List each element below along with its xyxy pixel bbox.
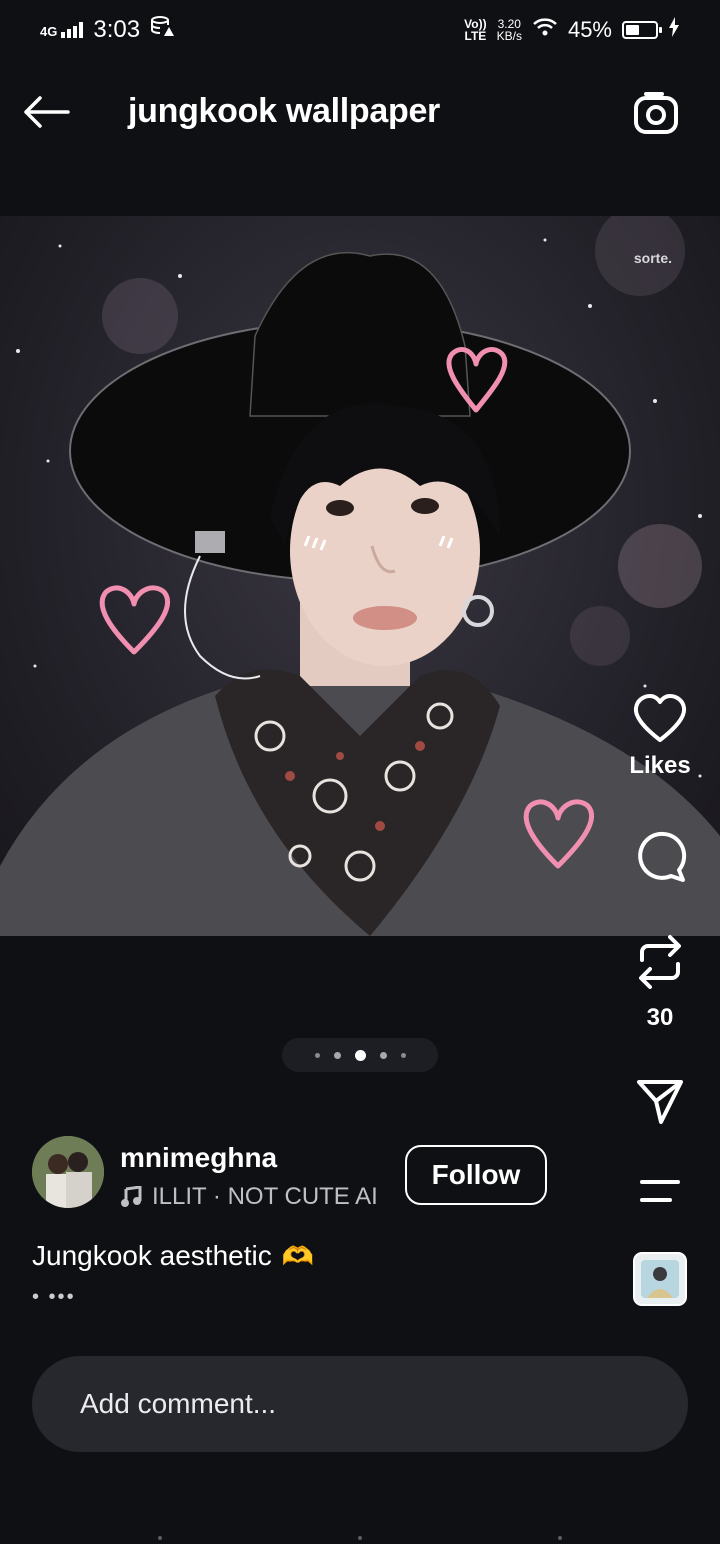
likes-label: Likes <box>629 752 691 779</box>
status-bar: 4G 3:03 Vo)) LTE 3.20 KB/s 45% <box>0 0 720 60</box>
menu-lines-icon <box>640 1180 680 1202</box>
repost-count: 30 <box>646 1004 674 1031</box>
camera-icon <box>634 92 678 134</box>
add-comment-input[interactable]: Add comment... <box>32 1356 688 1452</box>
music-row[interactable]: ILLIT · NOT CUTE AI <box>120 1182 386 1212</box>
battery-percent: 45% <box>567 17 612 42</box>
audio-cover-icon <box>633 1252 687 1306</box>
volte-indicator: Vo)) LTE <box>464 18 486 42</box>
battery-fill <box>626 25 639 35</box>
top-bar: jungkook wallpaper <box>0 70 720 154</box>
comment-button[interactable] <box>620 830 700 884</box>
audio-thumbnail[interactable] <box>620 1252 700 1306</box>
clock: 3:03 <box>93 16 141 43</box>
share-button[interactable] <box>620 1076 700 1126</box>
battery-icon <box>622 21 662 39</box>
like-button[interactable]: Likes <box>620 694 700 780</box>
avatar-image <box>32 1136 104 1208</box>
carousel-dot <box>314 1052 320 1058</box>
back-arrow-icon <box>24 96 70 128</box>
speed-indicator: 3.20 KB/s <box>497 18 522 42</box>
bottom-nav-hint <box>0 1530 720 1544</box>
caption-text: Jungkook aesthetic <box>32 1240 272 1271</box>
author-row: mnimeghna ILLIT · NOT CUTE AI Follow <box>32 1136 592 1210</box>
camera-button[interactable] <box>632 90 682 138</box>
carousel-dot <box>400 1052 406 1058</box>
more-options-button[interactable] <box>620 1176 700 1206</box>
volte-bottom: LTE <box>464 29 487 43</box>
heart-icon <box>633 694 687 742</box>
repost-icon <box>639 935 681 989</box>
caption: Jungkook aesthetic 🫶 <box>32 1240 314 1272</box>
speed-unit: KB/s <box>496 29 522 43</box>
nav-dot <box>358 1536 362 1540</box>
repost-button[interactable]: 30 <box>620 932 700 1032</box>
status-right: Vo)) LTE 3.20 KB/s 45% <box>464 17 680 43</box>
author-username[interactable]: mnimeghna <box>120 1142 277 1174</box>
caption-more[interactable]: • ••• <box>32 1286 76 1309</box>
post-photo[interactable]: sorte. <box>0 216 720 936</box>
music-title: ILLIT · NOT CUTE AI <box>152 1183 378 1210</box>
status-left: 4G 3:03 <box>40 16 175 44</box>
send-icon <box>637 1080 683 1124</box>
comment-placeholder: Add comment... <box>80 1388 277 1419</box>
signal-icon: 4G <box>40 22 84 39</box>
post-illustration <box>0 216 720 936</box>
page-title: jungkook wallpaper <box>128 92 440 130</box>
data-saver-icon <box>150 16 175 44</box>
nav-dot <box>158 1536 162 1540</box>
music-note-icon <box>121 1186 142 1207</box>
comment-bubble-icon <box>638 831 687 882</box>
back-button[interactable] <box>22 88 74 136</box>
follow-button[interactable]: Follow <box>405 1145 547 1205</box>
carousel-dot <box>333 1051 341 1059</box>
carousel-dot-active <box>354 1049 366 1061</box>
photo-watermark: sorte. <box>633 250 672 266</box>
nav-dot <box>558 1536 562 1540</box>
carousel-dot <box>379 1051 387 1059</box>
network-type: 4G <box>40 24 58 39</box>
avatar[interactable] <box>32 1136 104 1208</box>
heart-hands-emoji: 🫶 <box>281 1240 315 1271</box>
charging-icon <box>668 17 680 43</box>
wifi-icon <box>532 17 558 43</box>
carousel-indicator <box>282 1038 438 1072</box>
